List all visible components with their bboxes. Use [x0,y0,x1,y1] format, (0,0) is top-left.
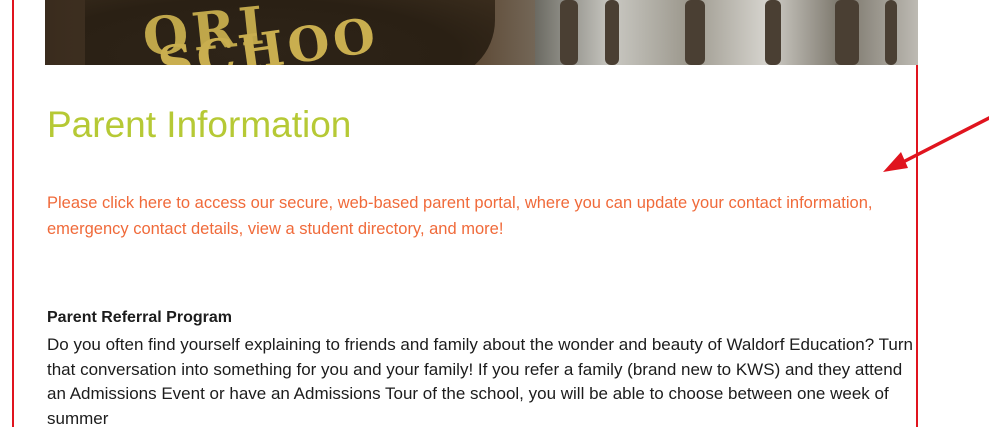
referral-program-description: Do you often find yourself explaining to… [47,335,913,427]
parent-portal-link[interactable]: Please click here to access our secure, … [47,190,915,242]
referral-program-heading: Parent Referral Program [47,309,232,326]
tree-trunk [835,0,859,65]
sky-background [535,0,918,65]
page-viewport: ORI SCHOO Parent Information Please clic… [0,0,989,427]
tree-trunk [685,0,705,65]
tree-trunk [605,0,619,65]
tree-trunk [765,0,781,65]
page-title: Parent Information [47,104,352,145]
tree-trunk [885,0,897,65]
school-sign-banner-image: ORI SCHOO [45,0,918,65]
tree-trunk [560,0,578,65]
highlighted-content-frame: ORI SCHOO Parent Information Please clic… [12,0,918,427]
